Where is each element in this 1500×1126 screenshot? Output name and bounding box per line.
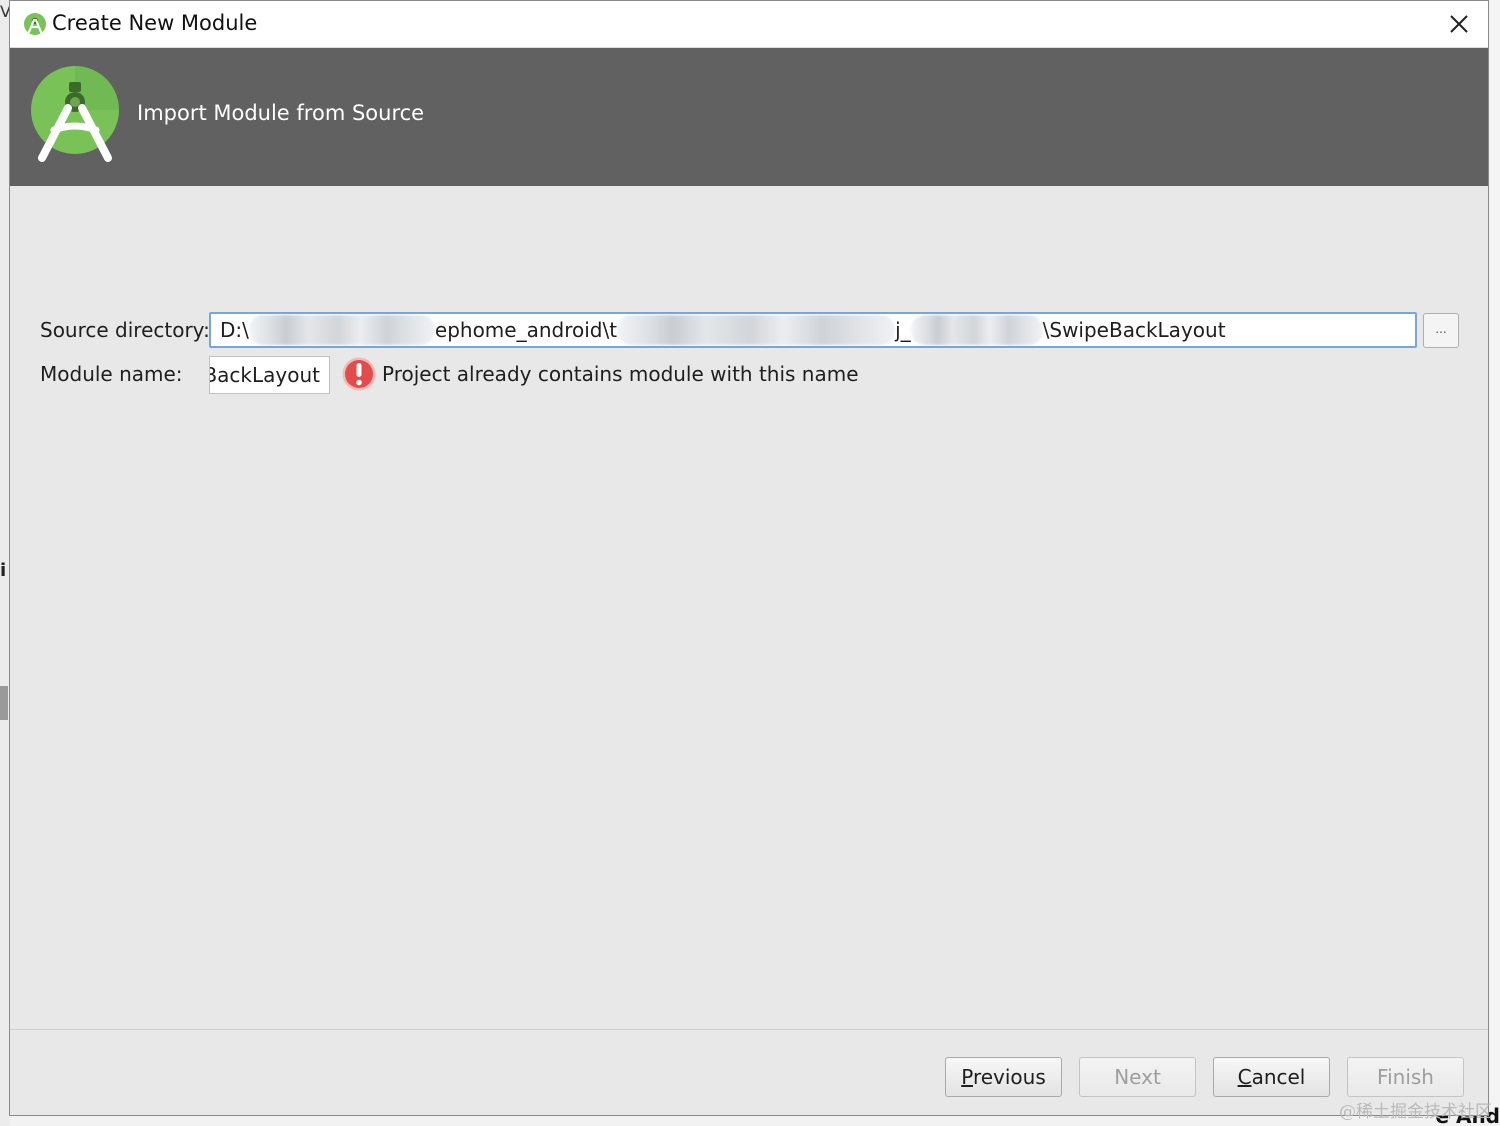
module-name-label: Module name: xyxy=(40,362,183,386)
finish-button-label: Finish xyxy=(1377,1065,1434,1089)
finish-button[interactable]: Finish xyxy=(1347,1057,1464,1097)
path-segment: ephome_android\t xyxy=(434,318,618,342)
cancel-button[interactable]: Cancel xyxy=(1213,1057,1330,1097)
module-name-value: SwipeBackLayout xyxy=(210,363,320,387)
window-title: Create New Module xyxy=(52,11,258,35)
path-segment: D:\ xyxy=(220,318,249,342)
title-bar[interactable]: Create New Module xyxy=(10,1,1488,48)
path-segment: j_ xyxy=(895,318,911,342)
redacted-region xyxy=(910,315,1043,345)
cancel-button-label: Cancel xyxy=(1237,1065,1306,1089)
previous-button-label: Previous xyxy=(961,1065,1046,1089)
next-button-label: Next xyxy=(1114,1065,1161,1089)
create-new-module-dialog: Create New Module Import Module from Sou… xyxy=(9,0,1489,1116)
source-directory-input[interactable]: D:\ ephome_android\t j_ \SwipeBackLayout xyxy=(209,312,1417,348)
error-message: Project already contains module with thi… xyxy=(382,362,859,386)
module-name-input[interactable]: SwipeBackLayout xyxy=(209,356,330,394)
path-segment: \SwipeBackLayout xyxy=(1042,318,1226,342)
close-icon[interactable] xyxy=(1444,9,1474,39)
watermark: @稀土掘金技术社区 xyxy=(1339,1102,1492,1122)
form-area: Source directory: D:\ ephome_android\t j_ \… xyxy=(10,186,1488,1029)
source-directory-label: Source directory: xyxy=(40,318,210,342)
header-banner: Import Module from Source xyxy=(10,48,1488,186)
error-icon xyxy=(342,357,376,391)
footer-divider xyxy=(10,1029,1488,1030)
background-scroll-marker xyxy=(0,686,8,720)
browse-button[interactable]: ... xyxy=(1423,313,1459,348)
previous-button[interactable]: Previous xyxy=(945,1057,1062,1097)
next-button[interactable]: Next xyxy=(1079,1057,1196,1097)
redacted-region xyxy=(617,315,896,345)
background-text: i xyxy=(0,560,7,581)
android-studio-icon xyxy=(24,13,46,35)
banner-title: Import Module from Source xyxy=(137,101,425,125)
background-window-edge xyxy=(1490,0,1500,1126)
android-studio-logo xyxy=(31,66,119,162)
redacted-region xyxy=(248,315,435,345)
